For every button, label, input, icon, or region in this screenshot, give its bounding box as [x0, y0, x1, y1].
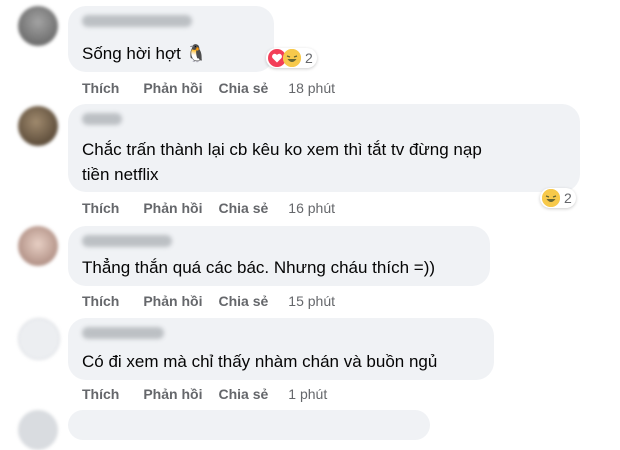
comment-actions: Thích Phản hồi Chia sẻ 16 phút [82, 200, 335, 216]
haha-reaction-icon [283, 49, 301, 67]
comment-avatar[interactable] [18, 318, 60, 360]
timestamp[interactable]: 15 phút [288, 293, 335, 309]
comment-avatar[interactable] [18, 226, 58, 266]
commenter-name[interactable] [82, 15, 192, 27]
like-link[interactable]: Thích [82, 293, 119, 309]
reply-link[interactable]: Phản hồi [143, 293, 202, 309]
timestamp[interactable]: 16 phút [288, 200, 335, 216]
share-link[interactable]: Chia sẻ [218, 293, 268, 309]
comment-bubble: Thẳng thắn quá các bác. Nhưng cháu thích… [68, 226, 490, 286]
comment-text: Chắc trấn thành lại cb kêu ko xem thì tắ… [82, 140, 482, 159]
timestamp[interactable]: 1 phút [288, 386, 327, 402]
comment-avatar[interactable] [18, 106, 58, 146]
comment-text: Sống hời hợt 🐧 [82, 44, 207, 63]
comment-actions: Thích Phản hồi Chia sẻ 1 phút [82, 386, 327, 402]
comment-actions: Thích Phản hồi Chia sẻ 18 phút [82, 80, 335, 96]
like-link[interactable]: Thích [82, 200, 119, 216]
commenter-name[interactable] [82, 235, 172, 247]
reply-link[interactable]: Phản hồi [143, 200, 202, 216]
commenter-name[interactable] [82, 327, 164, 339]
like-link[interactable]: Thích [82, 386, 119, 402]
comment-bubble [68, 410, 430, 440]
comment-avatar[interactable] [18, 6, 58, 46]
like-link[interactable]: Thích [82, 80, 119, 96]
reactions-badge[interactable]: 2 [540, 188, 576, 208]
reply-link[interactable]: Phản hồi [143, 80, 202, 96]
haha-reaction-icon [542, 189, 560, 207]
comment-avatar [18, 410, 58, 450]
comment-text: Có đi xem mà chỉ thấy nhàm chán và buồn … [82, 352, 438, 371]
comment-text: tiền netflix [82, 165, 159, 184]
reaction-count: 2 [564, 190, 572, 206]
comment-bubble: Sống hời hợt 🐧 [68, 6, 274, 72]
share-link[interactable]: Chia sẻ [218, 80, 268, 96]
share-link[interactable]: Chia sẻ [218, 200, 268, 216]
share-link[interactable]: Chia sẻ [218, 386, 268, 402]
reactions-badge[interactable]: 2 [266, 48, 317, 68]
timestamp[interactable]: 18 phút [288, 80, 335, 96]
comment-bubble: Chắc trấn thành lại cb kêu ko xem thì tắ… [68, 104, 580, 192]
comment-text: Thẳng thắn quá các bác. Nhưng cháu thích… [82, 258, 436, 277]
comment-bubble: Có đi xem mà chỉ thấy nhàm chán và buồn … [68, 318, 494, 380]
comment-actions: Thích Phản hồi Chia sẻ 15 phút [82, 293, 335, 309]
commenter-name[interactable] [82, 113, 122, 125]
reaction-count: 2 [305, 50, 313, 66]
reply-link[interactable]: Phản hồi [143, 386, 202, 402]
